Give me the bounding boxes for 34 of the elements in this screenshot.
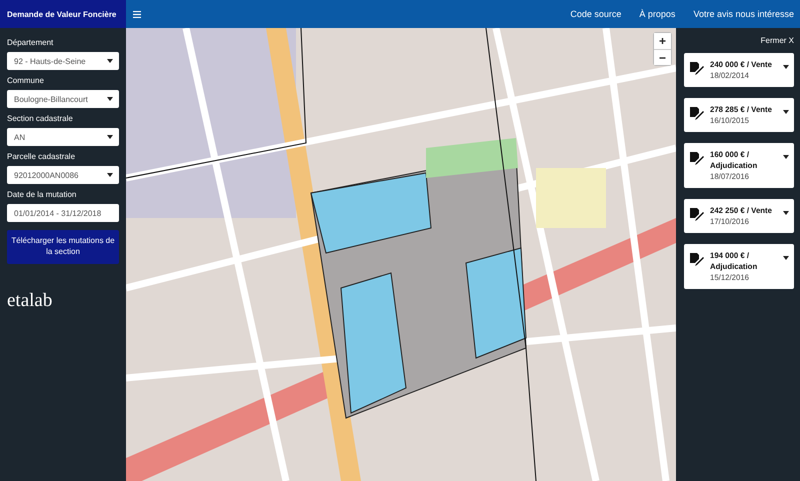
field-label: Section cadastrale — [7, 114, 74, 123]
caret-icon — [783, 65, 789, 69]
zoom-out-button[interactable]: − — [654, 49, 671, 65]
nav-link[interactable]: Code source — [570, 9, 622, 19]
map-drawing[interactable] — [126, 28, 676, 481]
date-field[interactable]: 01/01/2014 - 31/12/2018 — [7, 204, 119, 222]
document-pen-icon — [690, 152, 704, 165]
caret-icon — [783, 155, 789, 159]
caret-icon — [783, 211, 789, 215]
download-button[interactable]: Télécharger les mutations de la section — [7, 230, 119, 264]
menu-icon[interactable] — [133, 10, 141, 18]
caret-icon — [107, 97, 113, 101]
field-label: Département — [7, 38, 54, 47]
close-link[interactable]: Fermer X — [684, 36, 794, 45]
caret-icon — [107, 59, 113, 63]
caret-icon — [107, 173, 113, 177]
document-pen-icon — [690, 62, 704, 75]
logo-text: etalab — [7, 290, 52, 312]
caret-icon — [783, 110, 789, 114]
document-pen-icon — [690, 208, 704, 221]
app-title: Demande de Valeur Foncière — [0, 0, 126, 28]
nav-link[interactable]: À propos — [639, 9, 676, 19]
field-label: Parcelle cadastrale — [7, 152, 76, 161]
select-field[interactable]: 92 - Hauts-de-Seine — [7, 52, 119, 70]
select-field[interactable]: 92012000AN0086 — [7, 166, 119, 184]
select-field[interactable]: Boulogne-Billancourt — [7, 90, 119, 108]
nav-link[interactable]: Votre avis nous intéresse — [693, 9, 794, 19]
caret-icon — [107, 135, 113, 139]
field-label: Date de la mutation — [7, 190, 78, 199]
caret-icon — [783, 256, 789, 260]
document-pen-icon — [690, 253, 704, 266]
document-pen-icon — [690, 107, 704, 120]
field-label: Commune — [7, 76, 45, 85]
select-field[interactable]: AN — [7, 128, 119, 146]
